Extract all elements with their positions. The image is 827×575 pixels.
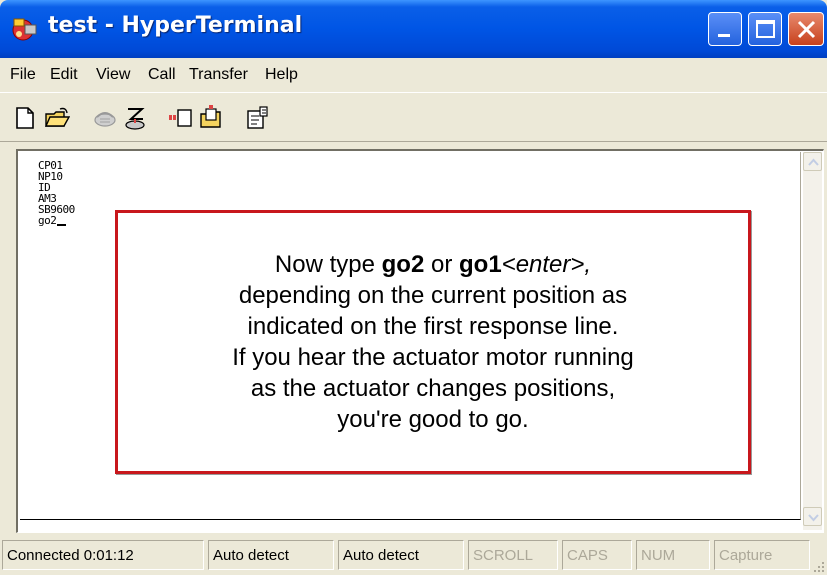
close-button[interactable] xyxy=(788,12,824,46)
status-connected: Connected 0:01:12 xyxy=(2,540,204,570)
title-bar[interactable]: test - HyperTerminal xyxy=(0,0,827,58)
minimize-icon xyxy=(718,34,730,37)
command-go2: go2 xyxy=(381,251,425,278)
scroll-down-button[interactable] xyxy=(803,507,822,526)
menu-transfer[interactable]: Transfer xyxy=(189,66,248,84)
disconnect-icon[interactable] xyxy=(122,105,148,131)
chevron-down-icon xyxy=(808,514,819,522)
callout-line-2: depending on the current position as xyxy=(238,282,628,309)
chevron-up-icon xyxy=(808,158,819,166)
toolbar xyxy=(0,92,827,142)
menu-file[interactable]: File xyxy=(10,66,36,84)
open-icon[interactable] xyxy=(44,105,70,131)
status-bar: Connected 0:01:12 Auto detect Auto detec… xyxy=(0,537,827,575)
resize-grip-icon[interactable] xyxy=(812,560,826,574)
menu-help[interactable]: Help xyxy=(265,66,298,84)
status-capture: Capture xyxy=(714,540,810,570)
callout-line-3: indicated on the first response line. xyxy=(247,313,619,340)
call-icon[interactable] xyxy=(92,105,118,131)
status-num: NUM xyxy=(636,540,710,570)
terminal-output: CP01 NP10 ID AM3 SB9600 go2 xyxy=(38,160,75,226)
receive-icon[interactable] xyxy=(198,105,224,131)
enter-key-hint: <enter>, xyxy=(501,251,592,278)
menu-edit[interactable]: Edit xyxy=(50,66,78,84)
send-icon[interactable] xyxy=(168,105,194,131)
menu-bar: File Edit View Call Transfer Help xyxy=(0,58,827,92)
callout-line-5: as the actuator changes positions, xyxy=(250,375,616,402)
scroll-up-button[interactable] xyxy=(803,152,822,171)
status-detect-2: Auto detect xyxy=(338,540,464,570)
vertical-scrollbar[interactable] xyxy=(803,152,822,530)
menu-call[interactable]: Call xyxy=(148,66,176,84)
properties-icon[interactable] xyxy=(244,105,270,131)
callout-line-6: you're good to go. xyxy=(337,406,529,433)
minimize-button[interactable] xyxy=(708,12,742,46)
callout-line-4: If you hear the actuator motor running xyxy=(232,344,634,371)
status-scroll: SCROLL xyxy=(468,540,558,570)
text-cursor xyxy=(57,224,67,226)
new-icon[interactable] xyxy=(12,105,38,131)
terminal-line: go2 xyxy=(38,214,57,227)
maximize-icon xyxy=(756,20,775,38)
status-detect-1: Auto detect xyxy=(208,540,334,570)
command-go1: go1 xyxy=(459,251,502,278)
maximize-button[interactable] xyxy=(748,12,782,46)
hyperterminal-icon xyxy=(12,18,37,41)
close-icon xyxy=(797,20,816,39)
instruction-callout: Now type go2 or go1<enter>, depending on… xyxy=(115,210,751,474)
window-title: test - HyperTerminal xyxy=(48,13,303,38)
callout-line-1: Now type go2 or go1<enter>, xyxy=(274,251,592,278)
status-caps: CAPS xyxy=(562,540,632,570)
menu-view[interactable]: View xyxy=(96,66,130,84)
